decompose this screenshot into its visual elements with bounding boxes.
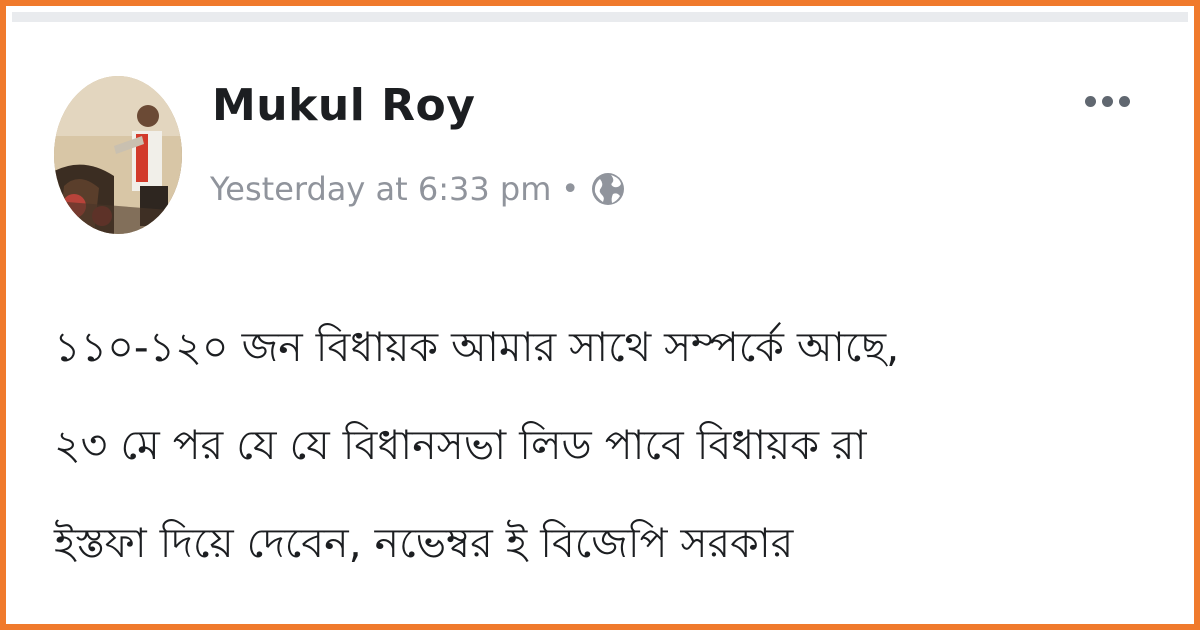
post-text-line: ইস্তফা দিয়ে দেবেন, নভেম্বর ই বিজেপি সরক… [54, 519, 794, 567]
top-divider [12, 12, 1188, 22]
post-text-line: ১১০-১২০ জন বিধায়ক আমার সাথে সম্পর্কে আছ… [54, 323, 900, 371]
more-options-icon [1119, 96, 1130, 107]
more-options-icon [1102, 96, 1113, 107]
avatar[interactable] [54, 76, 182, 234]
more-options-icon [1085, 96, 1096, 107]
post-text-line: ২৩ মে পর যে যে বিধানসভা লিড পাবে বিধায়ক… [54, 421, 867, 469]
meta-separator: • [561, 171, 580, 207]
post-meta: Yesterday at 6:33 pm • [210, 170, 627, 208]
more-options-button[interactable] [1079, 90, 1136, 113]
post-timestamp[interactable]: Yesterday at 6:33 pm [210, 170, 551, 208]
avatar-photo [54, 76, 182, 234]
post-text: ১১০-১২০ জন বিধায়ক আমার সাথে সম্পর্কে আছ… [54, 298, 1164, 592]
post-card-frame: Mukul Roy Yesterday at 6:33 pm • ১১০-১২০… [0, 0, 1200, 630]
globe-icon[interactable] [589, 170, 627, 208]
author-name[interactable]: Mukul Roy [212, 80, 475, 131]
